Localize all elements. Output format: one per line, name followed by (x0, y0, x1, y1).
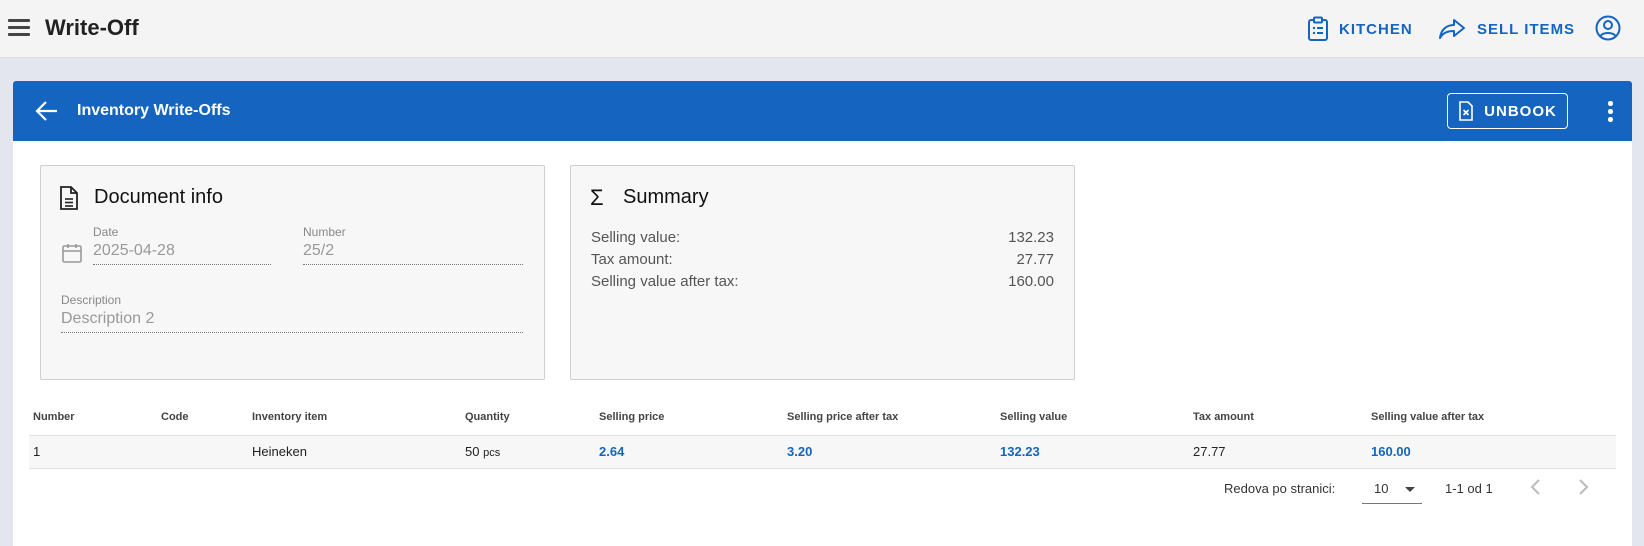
quantity-value: 50 (465, 444, 480, 459)
dropdown-caret-icon (1405, 487, 1415, 492)
column-header[interactable]: Selling value (996, 399, 1189, 435)
clipboard-list-icon (1308, 16, 1328, 41)
summary-row-selling-value: Selling value: 132.23 (591, 229, 1054, 246)
description-label: Description (61, 293, 122, 307)
chevron-left-icon[interactable] (1522, 473, 1550, 501)
cell-selling-value-after-tax[interactable]: 160.00 (1367, 435, 1616, 469)
summary-panel: Σ Summary Selling value: 132.23 Tax amou… (570, 165, 1075, 380)
column-header[interactable]: Number (29, 399, 157, 435)
quantity-unit: pcs (483, 447, 501, 459)
cell-selling-price-after-tax[interactable]: 3.20 (783, 435, 996, 469)
card-header: Inventory Write-Offs UNBOOK (13, 81, 1632, 141)
unbook-label: UNBOOK (1484, 102, 1557, 120)
column-header[interactable]: Quantity (461, 399, 595, 435)
cell-code (157, 435, 248, 469)
summary-label: Selling value: (591, 229, 681, 246)
rows-per-page-label: Redova po stranici: (1224, 481, 1336, 496)
write-off-card: Inventory Write-Offs UNBOOK Document inf… (13, 81, 1632, 546)
items-table: Number Code Inventory item Quantity Sell… (29, 399, 1616, 469)
rows-per-page-select[interactable]: 10 (1362, 474, 1422, 504)
column-header[interactable]: Selling value after tax (1367, 399, 1616, 435)
kitchen-label: KITCHEN (1339, 20, 1413, 38)
document-info-panel: Document info Date 2025-04-28 Number 25/… (40, 165, 545, 380)
column-header[interactable]: Selling price (595, 399, 783, 435)
summary-title: Summary (623, 186, 709, 208)
column-header[interactable]: Tax amount (1189, 399, 1367, 435)
calendar-icon[interactable] (61, 242, 83, 264)
date-field[interactable]: 2025-04-28 (93, 242, 271, 265)
kitchen-button[interactable]: KITCHEN (1307, 14, 1413, 44)
cell-tax-amount: 27.77 (1189, 435, 1367, 469)
date-label: Date (93, 225, 119, 239)
app-title: Write-Off (45, 15, 139, 40)
rows-per-page-value: 10 (1374, 481, 1389, 496)
more-vert-icon[interactable] (1597, 98, 1623, 124)
summary-row-tax-amount: Tax amount: 27.77 (591, 251, 1054, 268)
summary-value: 27.77 (1016, 251, 1054, 268)
description-field[interactable]: Description 2 (61, 310, 523, 333)
file-cancel-icon (1459, 101, 1473, 121)
menu-icon[interactable] (6, 14, 32, 40)
summary-row-selling-value-after-tax: Selling value after tax: 160.00 (591, 273, 1054, 290)
summary-value: 160.00 (1008, 273, 1054, 290)
table-header-row: Number Code Inventory item Quantity Sell… (29, 399, 1616, 435)
cell-quantity: 50 pcs (461, 435, 595, 469)
summary-label: Selling value after tax: (591, 273, 739, 290)
page-range: 1-1 od 1 (1445, 481, 1493, 496)
account-circle-icon[interactable] (1594, 14, 1622, 42)
cell-number: 1 (29, 435, 157, 469)
sigma-icon: Σ (590, 185, 604, 210)
cell-selling-value[interactable]: 132.23 (996, 435, 1189, 469)
app-bar: Write-Off KITCHEN SELL ITEMS (0, 0, 1644, 58)
chevron-right-icon[interactable] (1569, 473, 1597, 501)
cell-inventory-item: Heineken (248, 435, 461, 469)
table-row[interactable]: 1 Heineken 50 pcs 2.64 3.20 132.23 27.77… (29, 435, 1616, 469)
number-label: Number (303, 225, 346, 239)
page-title: Inventory Write-Offs (77, 102, 231, 119)
arrow-back-icon[interactable] (33, 97, 61, 125)
summary-value: 132.23 (1008, 229, 1054, 246)
number-field[interactable]: 25/2 (303, 242, 523, 265)
column-header[interactable]: Code (157, 399, 248, 435)
unbook-button[interactable]: UNBOOK (1447, 93, 1568, 129)
document-info-title: Document info (94, 186, 223, 208)
column-header[interactable]: Selling price after tax (783, 399, 996, 435)
share-arrow-icon (1439, 19, 1465, 39)
sell-items-label: SELL ITEMS (1477, 20, 1576, 38)
summary-label: Tax amount: (591, 251, 673, 268)
column-header[interactable]: Inventory item (248, 399, 461, 435)
document-icon (60, 186, 78, 210)
cell-selling-price[interactable]: 2.64 (595, 435, 783, 469)
sell-items-button[interactable]: SELL ITEMS (1437, 14, 1575, 44)
